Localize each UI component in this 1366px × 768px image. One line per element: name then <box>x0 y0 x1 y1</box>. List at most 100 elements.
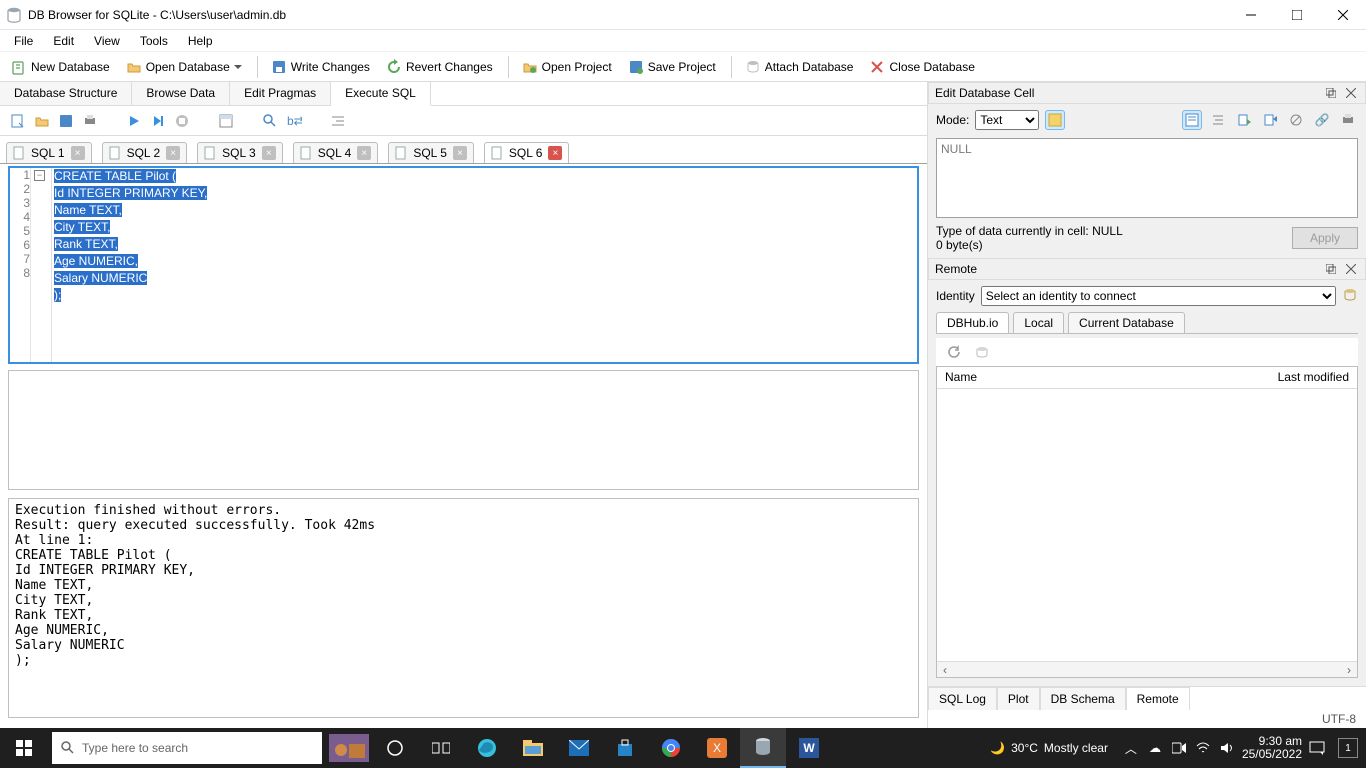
tray-volume-icon[interactable] <box>1218 739 1236 757</box>
taskbar-image-thumb[interactable] <box>326 728 372 768</box>
mode-auto-icon[interactable] <box>1045 110 1065 130</box>
revert-icon <box>386 59 402 75</box>
close-tab-icon[interactable]: × <box>71 146 85 160</box>
save-sql-icon[interactable] <box>56 111 76 131</box>
open-database-button[interactable]: Open Database <box>119 56 249 78</box>
sql-tab-2[interactable]: SQL 2× <box>102 142 188 163</box>
menu-edit[interactable]: Edit <box>43 32 84 50</box>
print-cell-icon[interactable] <box>1338 110 1358 130</box>
mode-select[interactable]: Text <box>975 110 1039 130</box>
col-modified[interactable]: Last modified <box>1270 367 1357 388</box>
apply-button[interactable]: Apply <box>1292 227 1358 249</box>
sql-tab-4[interactable]: SQL 4× <box>293 142 379 163</box>
refresh-icon[interactable] <box>944 342 964 362</box>
weather-widget[interactable]: 🌙 30°C Mostly clear <box>990 741 1108 755</box>
execution-log[interactable]: Execution finished without errors. Resul… <box>8 498 919 718</box>
tab-db-schema[interactable]: DB Schema <box>1040 687 1126 710</box>
tab-sql-log[interactable]: SQL Log <box>928 687 997 710</box>
panel-undock-icon[interactable] <box>1323 261 1339 277</box>
save-result-icon[interactable] <box>216 111 236 131</box>
indent-view-icon[interactable] <box>1208 110 1228 130</box>
close-database-button[interactable]: Close Database <box>862 56 981 78</box>
remote-tab-current[interactable]: Current Database <box>1068 312 1185 333</box>
close-tab-icon[interactable]: × <box>166 146 180 160</box>
tray-clock[interactable]: 9:30 am 25/05/2022 <box>1242 735 1302 761</box>
tab-remote[interactable]: Remote <box>1126 687 1190 710</box>
close-tab-icon[interactable]: × <box>357 146 371 160</box>
panel-undock-icon[interactable] <box>1323 85 1339 101</box>
export-icon[interactable] <box>1260 110 1280 130</box>
sql-tab-6[interactable]: SQL 6× <box>484 142 570 163</box>
task-db-browser-icon[interactable] <box>740 728 786 768</box>
tray-onedrive-icon[interactable]: ☁ <box>1146 739 1164 757</box>
stop-icon[interactable] <box>172 111 192 131</box>
menu-tools[interactable]: Tools <box>130 32 178 50</box>
sql-tab-5[interactable]: SQL 5× <box>388 142 474 163</box>
start-button[interactable] <box>0 728 48 768</box>
tray-meet-now-icon[interactable] <box>1170 739 1188 757</box>
open-project-button[interactable]: Open Project <box>515 56 619 78</box>
menu-help[interactable]: Help <box>178 32 223 50</box>
text-view-icon[interactable] <box>1182 110 1202 130</box>
remote-h-scrollbar[interactable]: ‹› <box>937 661 1357 677</box>
revert-changes-button[interactable]: Revert Changes <box>379 56 500 78</box>
sql-tab-3[interactable]: SQL 3× <box>197 142 283 163</box>
fold-icon[interactable]: − <box>34 170 45 181</box>
window-minimize-button[interactable] <box>1228 0 1274 29</box>
sql-tab-1[interactable]: SQL 1× <box>6 142 92 163</box>
window-maximize-button[interactable] <box>1274 0 1320 29</box>
tray-notifications-icon[interactable] <box>1308 739 1326 757</box>
tray-chevron-up-icon[interactable]: ︿ <box>1122 739 1140 757</box>
print-icon[interactable] <box>80 111 100 131</box>
save-project-button[interactable]: Save Project <box>621 56 723 78</box>
task-cortana-icon[interactable] <box>372 728 418 768</box>
find-replace-icon[interactable]: b⇄ <box>284 111 304 131</box>
task-edge-icon[interactable] <box>464 728 510 768</box>
clone-icon[interactable] <box>972 342 992 362</box>
tab-database-structure[interactable]: Database Structure <box>0 82 132 105</box>
link-icon[interactable]: 🔗 <box>1312 110 1332 130</box>
null-icon[interactable] <box>1286 110 1306 130</box>
tab-edit-pragmas[interactable]: Edit Pragmas <box>230 82 331 105</box>
attach-database-button[interactable]: Attach Database <box>738 56 861 78</box>
task-word-icon[interactable]: W <box>786 728 832 768</box>
tray-wifi-icon[interactable] <box>1194 739 1212 757</box>
task-mail-icon[interactable] <box>556 728 602 768</box>
panel-close-icon[interactable] <box>1343 261 1359 277</box>
notification-count[interactable]: 1 <box>1338 738 1358 758</box>
cell-size-info: 0 byte(s) <box>936 238 1123 252</box>
open-sql-icon[interactable] <box>32 111 52 131</box>
panel-close-icon[interactable] <box>1343 85 1359 101</box>
taskbar-search[interactable]: Type here to search <box>52 732 322 764</box>
remote-tab-dbhub[interactable]: DBHub.io <box>936 312 1009 333</box>
task-taskview-icon[interactable] <box>418 728 464 768</box>
close-tab-icon[interactable]: × <box>262 146 276 160</box>
menu-view[interactable]: View <box>84 32 130 50</box>
task-chrome-icon[interactable] <box>648 728 694 768</box>
close-tab-icon[interactable]: × <box>453 146 467 160</box>
sql-editor[interactable]: 12345678 − CREATE TABLE Pilot ( Id INTEG… <box>8 166 919 364</box>
cell-value-box[interactable]: NULL <box>936 138 1358 218</box>
new-database-button[interactable]: New Database <box>4 56 117 78</box>
identity-settings-icon[interactable] <box>1342 287 1358 306</box>
write-changes-button[interactable]: Write Changes <box>264 56 377 78</box>
window-close-button[interactable] <box>1320 0 1366 29</box>
task-explorer-icon[interactable] <box>510 728 556 768</box>
find-icon[interactable] <box>260 111 280 131</box>
import-icon[interactable] <box>1234 110 1254 130</box>
col-name[interactable]: Name <box>937 367 1270 388</box>
close-tab-icon[interactable]: × <box>548 146 562 160</box>
new-tab-icon[interactable] <box>8 111 28 131</box>
menu-file[interactable]: File <box>4 32 43 50</box>
tab-execute-sql[interactable]: Execute SQL <box>331 82 431 106</box>
run-line-icon[interactable] <box>148 111 168 131</box>
task-xampp-icon[interactable]: X <box>694 728 740 768</box>
identity-select[interactable]: Select an identity to connect <box>981 286 1336 306</box>
run-icon[interactable] <box>124 111 144 131</box>
indent-icon[interactable] <box>328 111 348 131</box>
task-store-icon[interactable] <box>602 728 648 768</box>
tab-browse-data[interactable]: Browse Data <box>132 82 230 105</box>
editor-content[interactable]: CREATE TABLE Pilot ( Id INTEGER PRIMARY … <box>52 168 917 362</box>
remote-tab-local[interactable]: Local <box>1013 312 1064 333</box>
tab-plot[interactable]: Plot <box>997 687 1040 710</box>
